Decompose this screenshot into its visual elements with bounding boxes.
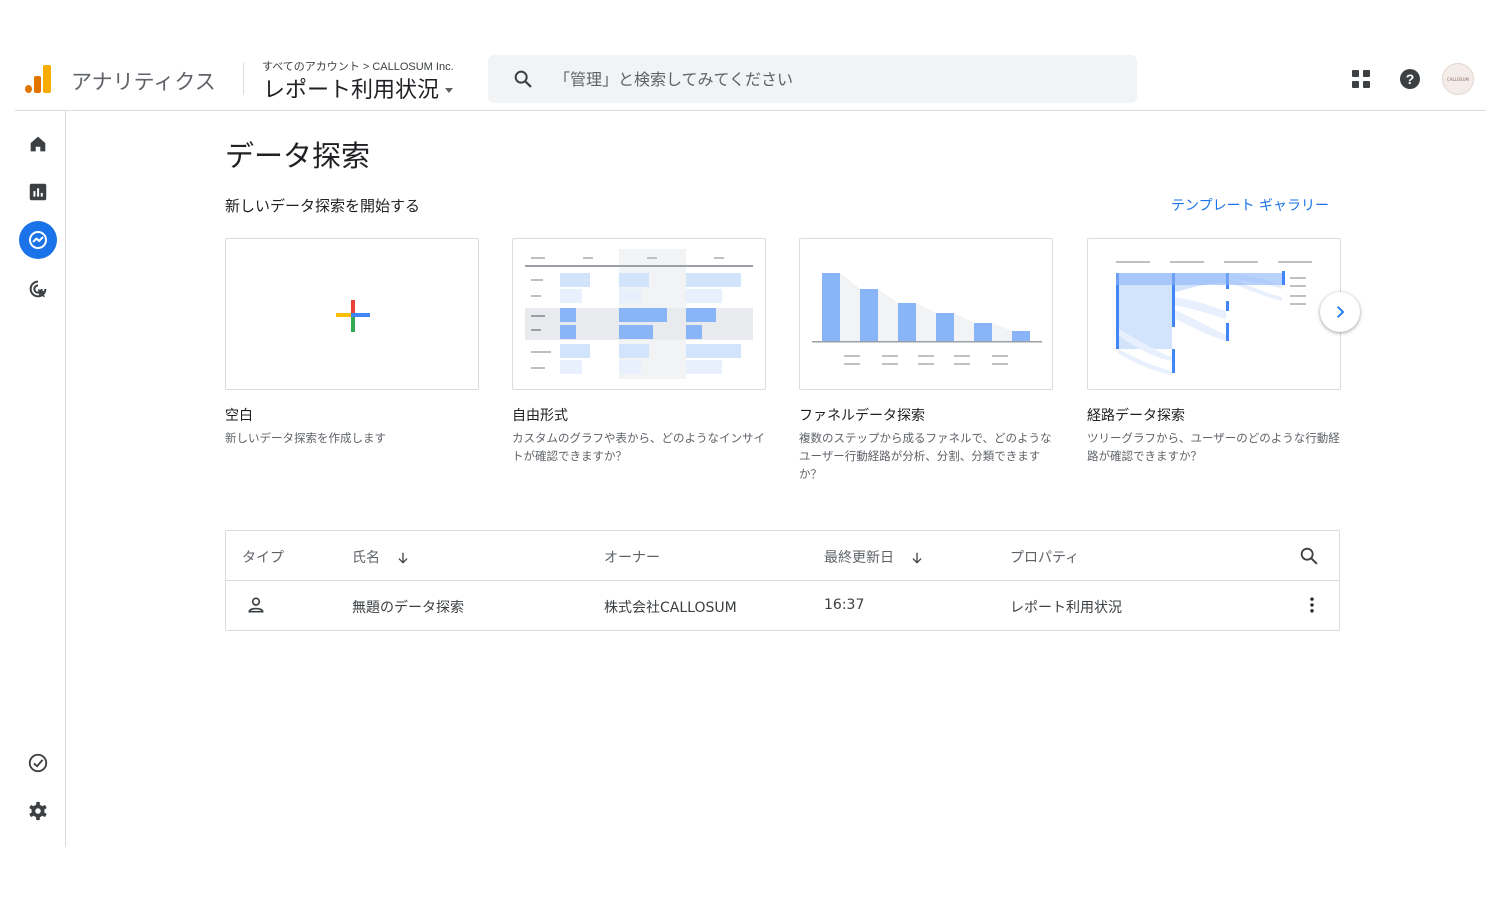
arrow-down-icon: [398, 552, 408, 564]
home-icon: [30, 136, 46, 152]
search-icon[interactable]: [1298, 545, 1320, 567]
nav-admin[interactable]: [19, 792, 57, 830]
nav-reports[interactable]: [19, 173, 57, 211]
template-title-free-form: 自由形式: [512, 408, 568, 424]
template-card-funnel[interactable]: [799, 238, 1053, 390]
left-nav: [15, 111, 66, 847]
free-form-thumbnail-icon: [525, 249, 753, 379]
template-desc-funnel: 複数のステップから成るファネルで、どのようなユーザー行動経路が分析、分割、分類で…: [799, 431, 1052, 481]
explorations-table: タイプ 氏名 オーナー 最終更新日 プロパティ 無題のデータ探索 株式会社CAL…: [225, 530, 1340, 631]
search-box[interactable]: [488, 55, 1137, 103]
reports-icon: [29, 183, 47, 201]
plus-icon: [336, 300, 370, 332]
carousel-next-button[interactable]: [1320, 292, 1360, 332]
column-last-modified[interactable]: 最終更新日: [824, 547, 924, 567]
svg-text:?: ?: [1406, 71, 1415, 87]
column-property[interactable]: プロパティ: [1010, 547, 1079, 567]
column-name-label: 氏名: [352, 550, 380, 566]
more-vert-icon[interactable]: [1302, 595, 1322, 615]
path-thumbnail-icon: [1116, 261, 1312, 375]
search-icon: [514, 70, 532, 88]
template-desc-free-form: カスタムのグラフや表から、どのようなインサイトが確認できますか？: [512, 431, 765, 463]
analytics-app: アナリティクス すべてのアカウント > CALLOSUM Inc. レポート利用…: [15, 47, 1486, 847]
template-title-path: 経路データ探索: [1087, 408, 1185, 424]
nav-explore[interactable]: [19, 221, 57, 259]
column-type[interactable]: タイプ: [242, 547, 284, 567]
top-header: アナリティクス すべてのアカウント > CALLOSUM Inc. レポート利用…: [15, 47, 1486, 111]
funnel-thumbnail-icon: [812, 273, 1042, 365]
nav-home[interactable]: [19, 125, 57, 163]
chevron-right-icon: [1337, 306, 1345, 318]
exploration-property: レポート利用状況: [1010, 600, 1122, 616]
template-desc-blank: 新しいデータ探索を作成します: [225, 431, 386, 445]
avatar[interactable]: CALLOSUM: [1442, 63, 1474, 95]
template-card-free-form[interactable]: [512, 238, 766, 390]
arrow-down-icon: [912, 552, 922, 564]
section-title: 新しいデータ探索を開始する: [225, 197, 421, 215]
explore-icon: [29, 231, 47, 249]
exploration-owner: 株式会社CALLOSUM: [604, 600, 737, 616]
chevron-down-icon: [445, 87, 454, 93]
property-selector[interactable]: レポート利用状況: [263, 72, 454, 104]
nav-advertising[interactable]: [19, 270, 57, 308]
column-name[interactable]: 氏名: [352, 547, 410, 567]
analytics-logo-icon[interactable]: [25, 65, 51, 93]
advertising-icon: [29, 280, 47, 298]
template-title-blank: 空白: [225, 408, 253, 424]
settings-gear-icon: [29, 801, 47, 821]
template-card-path[interactable]: [1087, 238, 1341, 390]
template-gallery-link[interactable]: テンプレート ギャラリー: [1171, 195, 1329, 215]
header-divider: [243, 63, 244, 95]
column-last-modified-label: 最終更新日: [824, 550, 894, 566]
product-name[interactable]: アナリティクス: [71, 66, 216, 96]
insights-check-icon: [28, 753, 48, 773]
exploration-name[interactable]: 無題のデータ探索: [352, 597, 464, 617]
template-card-blank[interactable]: [225, 238, 479, 390]
avatar-text: CALLOSUM: [1447, 76, 1469, 82]
page-title: データ探索: [225, 139, 371, 173]
table-row[interactable]: 無題のデータ探索 株式会社CALLOSUM 16:37 レポート利用状況: [226, 581, 1339, 630]
template-desc-path: ツリーグラフから、ユーザーのどのような行動経路が確認できますか？: [1087, 431, 1340, 463]
property-name: レポート利用状況: [263, 77, 440, 102]
table-header: タイプ 氏名 オーナー 最終更新日 プロパティ: [226, 531, 1339, 581]
template-title-funnel: ファネルデータ探索: [799, 408, 925, 424]
search-input[interactable]: [554, 65, 1114, 93]
column-owner[interactable]: オーナー: [604, 547, 660, 567]
nav-insights[interactable]: [19, 744, 57, 782]
person-icon: [248, 597, 264, 613]
help-icon[interactable]: ?: [1398, 67, 1422, 91]
apps-grid-icon[interactable]: [1349, 67, 1373, 91]
main-content: データ探索 新しいデータ探索を開始する テンプレート ギャラリー 空白 新しいデ…: [67, 111, 1486, 847]
exploration-updated: 16:37: [824, 597, 865, 613]
